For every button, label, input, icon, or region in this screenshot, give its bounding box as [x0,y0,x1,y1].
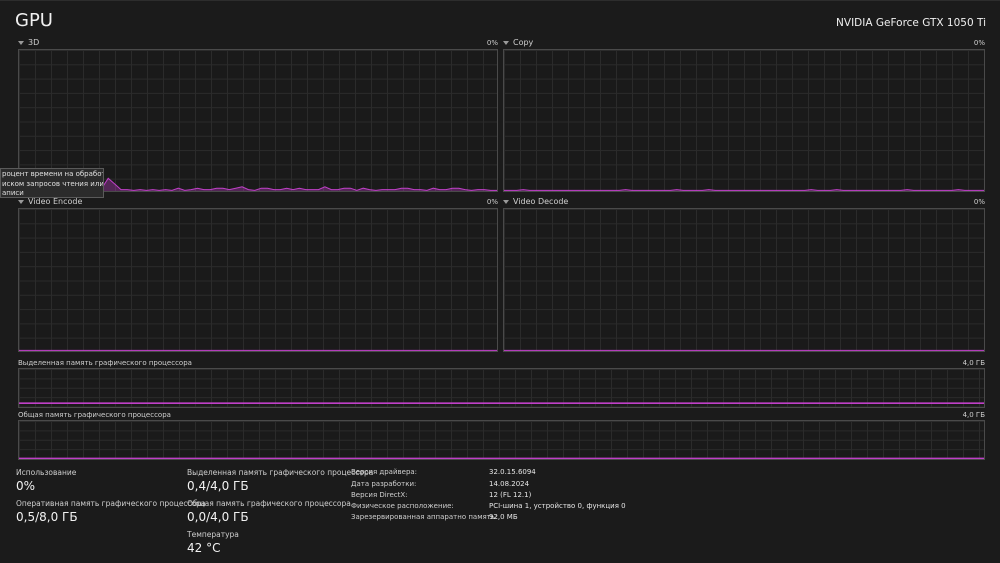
engine-selector-video-encode[interactable]: Video Encode [18,197,82,206]
engine-selector-copy[interactable]: Copy [503,38,533,47]
chevron-down-icon [18,199,24,204]
reserved-memory-value: 92,0 МБ [489,513,518,521]
tooltip-line: роцент времени на обработку [2,170,104,178]
usage-value: 0% [16,479,36,493]
graph-video-decode-plot [504,349,984,351]
top-divider [0,0,1000,1]
tooltip: роцент времени на обработку иском запрос… [0,168,104,198]
graph-dedicated-memory[interactable] [18,368,985,408]
gpu-performance-panel: GPU NVIDIA GeForce GTX 1050 Ti 3D 0% Cop… [0,0,1000,563]
gpu-model-name: NVIDIA GeForce GTX 1050 Ti [836,17,986,29]
page-title: GPU [15,10,53,31]
chevron-down-icon [18,40,24,45]
temperature-label: Температура [187,530,239,539]
directx-version-value: 12 (FL 12.1) [489,491,532,499]
chevron-down-icon [503,199,509,204]
engine-label: Video Decode [513,197,569,206]
driver-version-key: Версия драйвера: [351,468,418,476]
engine-percent: 0% [973,198,985,206]
driver-date-key: Дата разработки: [351,480,417,488]
reserved-memory-key: Зарезервированная аппаратно память: [351,513,498,521]
graph-copy[interactable] [503,49,985,192]
engine-selector-video-decode[interactable]: Video Decode [503,197,568,206]
engine-label: Video Encode [28,197,83,206]
graph-video-encode-plot [19,349,497,351]
engine-percent: 0% [486,39,498,47]
chevron-down-icon [503,40,509,45]
temperature-value: 42 °C [187,541,221,555]
engine-percent: 0% [486,198,498,206]
engine-label: Copy [513,38,534,47]
graph-copy-plot [504,189,984,191]
dedicated-memory-stat-value: 0,4/4,0 ГБ [187,479,249,493]
dedicated-memory-stat-label: Выделенная память графического процессор… [187,468,374,477]
engine-label: 3D [28,38,40,47]
dedicated-memory-max: 4,0 ГБ [962,359,985,367]
tooltip-line: иском запросов чтения или [2,179,104,188]
engine-percent: 0% [973,39,985,47]
engine-selector-3d[interactable]: 3D [18,38,39,47]
physical-location-key: Физическое расположение: [351,502,454,510]
shared-memory-stat-label: Общая память графического процессора [187,499,351,508]
graph-dedicated-memory-plot [19,402,984,405]
tooltip-line: аписи [2,189,24,197]
physical-location-value: PCI-шина 1, устройство 0, функция 0 [489,502,626,510]
directx-version-key: Версия DirectX: [351,491,408,499]
driver-version-value: 32.0.15.6094 [489,468,536,476]
graph-video-encode[interactable] [18,208,498,352]
gpu-memory-label: Оперативная память графического процессо… [16,499,206,508]
dedicated-memory-label: Выделенная память графического процессор… [18,359,192,367]
gpu-memory-value: 0,5/8,0 ГБ [16,510,78,524]
graph-video-decode[interactable] [503,208,985,352]
driver-date-value: 14.08.2024 [489,480,530,488]
shared-memory-stat-value: 0,0/4,0 ГБ [187,510,249,524]
usage-label: Использование [16,468,77,477]
shared-memory-label: Общая память графического процессора [18,411,171,419]
graph-shared-memory-plot [19,457,984,459]
graph-shared-memory[interactable] [18,420,985,460]
series-line [504,189,984,191]
shared-memory-max: 4,0 ГБ [962,411,985,419]
